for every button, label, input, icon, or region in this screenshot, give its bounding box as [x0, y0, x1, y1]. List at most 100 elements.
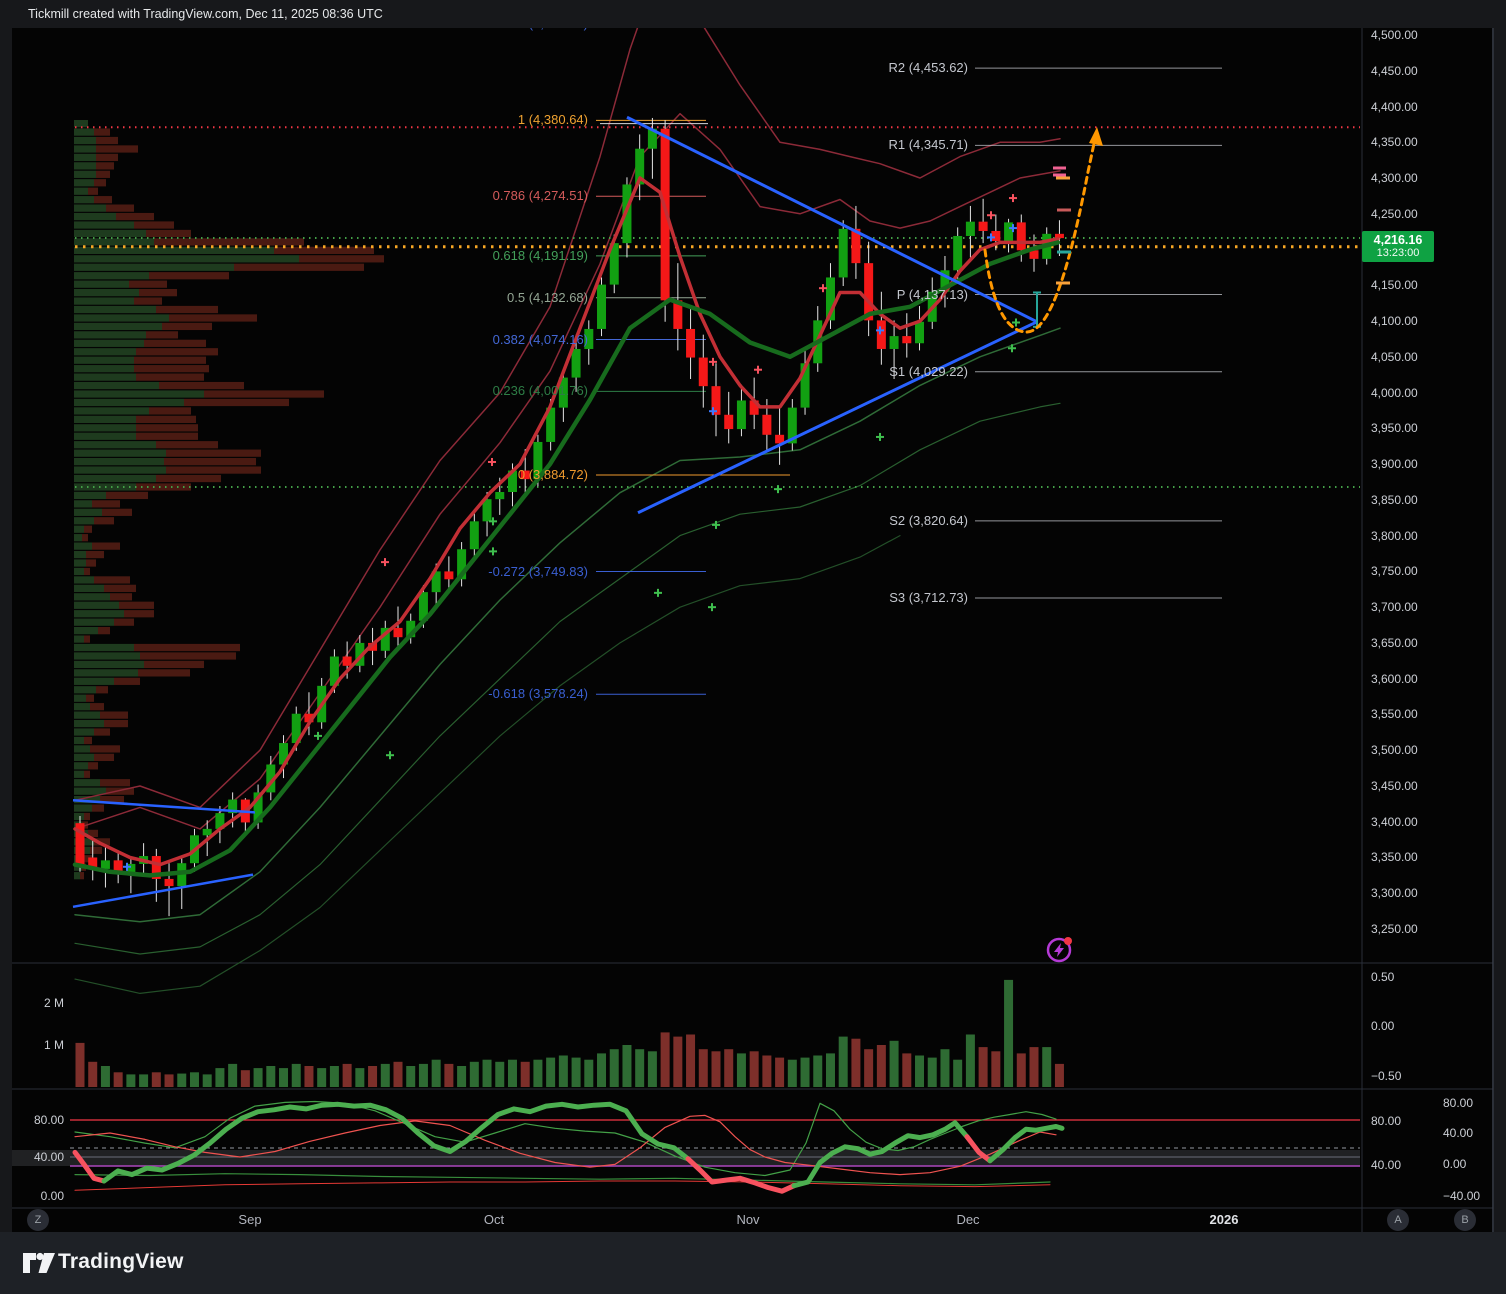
volume-profile-buy-bar	[74, 306, 156, 313]
tradingview-logo-icon[interactable]	[22, 1248, 56, 1278]
chart-attribution: Tickmill created with TradingView.com, D…	[28, 7, 383, 21]
tradingview-brand-text[interactable]: TradingView	[58, 1250, 184, 1274]
candle-body[interactable]	[101, 860, 110, 869]
volume-profile-buy-bar	[74, 374, 136, 381]
candle-body[interactable]	[203, 829, 212, 835]
candle-body[interactable]	[495, 492, 504, 499]
volume-profile-sell-bar	[92, 543, 120, 550]
volume-bar	[724, 1049, 733, 1087]
projection-arrow-path[interactable]	[985, 134, 1096, 332]
volume-profile-buy-bar	[74, 585, 104, 592]
volume-profile-sell-bar	[84, 813, 90, 820]
candle-body[interactable]	[877, 320, 886, 349]
volume-profile-buy-bar	[74, 399, 184, 406]
candle-body[interactable]	[521, 471, 530, 480]
candle-body[interactable]	[470, 521, 479, 549]
volume-bar	[546, 1058, 555, 1087]
volume-profile-sell-bar	[144, 661, 204, 668]
volume-profile-buy-bar	[74, 137, 96, 144]
candle-body[interactable]	[699, 358, 708, 387]
volume-profile-sell-bar	[94, 576, 130, 583]
volume-bar	[979, 1047, 988, 1087]
volume-profile-buy-bar	[74, 255, 299, 262]
flash-alert-icon[interactable]	[1048, 937, 1072, 961]
volume-bar	[483, 1060, 492, 1087]
volume-profile-sell-bar	[100, 712, 128, 719]
volume-profile-sell-bar	[88, 188, 98, 195]
volume-profile-buy-bar	[74, 500, 92, 507]
candle-body[interactable]	[572, 349, 581, 378]
volume-profile-sell-bar	[134, 365, 209, 372]
volume-profile-sell-bar	[134, 221, 174, 228]
candle-body[interactable]	[394, 628, 403, 637]
volume-profile-buy-bar	[74, 745, 90, 752]
volume-bar	[826, 1053, 835, 1087]
volume-profile-buy-bar	[74, 534, 82, 541]
volume-profile-sell-bar	[146, 331, 178, 338]
volume-profile-sell-bar	[116, 213, 154, 220]
volume-profile-buy-bar	[74, 323, 162, 330]
base-channel-lower-line[interactable]	[73, 875, 253, 907]
candle-body[interactable]	[991, 231, 1000, 241]
triangle-lower-line[interactable]	[638, 322, 1037, 513]
volume-profile-sell-bar	[84, 737, 92, 744]
candle-body[interactable]	[597, 285, 606, 329]
volume-bar	[165, 1074, 174, 1087]
candle-body[interactable]	[953, 236, 962, 270]
tradingview-chart-screenshot: 1.272 (4,515.52)1 (4,380.64)0.786 (4,274…	[0, 0, 1506, 1294]
candle-body[interactable]	[1017, 222, 1026, 250]
candle-body[interactable]	[165, 879, 174, 886]
volume-bar	[254, 1068, 263, 1087]
candle-body[interactable]	[902, 336, 911, 343]
volume-profile-buy-bar	[74, 128, 94, 135]
volume-bar	[712, 1051, 721, 1087]
volume-histogram	[76, 980, 1064, 1087]
volume-profile-buy-bar	[74, 196, 94, 203]
volume-profile-buy-bar	[74, 458, 164, 465]
volume-bar	[381, 1064, 390, 1087]
volume-profile-sell-bar	[106, 205, 134, 212]
candle-body[interactable]	[584, 329, 593, 349]
volume-profile-buy-bar	[74, 154, 96, 161]
volume-profile-buy-bar	[74, 635, 84, 642]
chart-graphics	[0, 0, 1506, 1294]
volume-profile-sell-bar	[92, 500, 120, 507]
volume-profile-sell-bar	[234, 264, 364, 271]
volume-bar	[495, 1062, 504, 1087]
volume-profile-buy-bar	[74, 297, 134, 304]
volume-profile-buy-bar	[74, 872, 80, 879]
volume-bar	[864, 1049, 873, 1087]
volume-bar	[991, 1051, 1000, 1087]
trendline-drawings[interactable]	[73, 117, 1041, 907]
volume-bar	[343, 1064, 352, 1087]
volume-bar	[572, 1058, 581, 1087]
last-price-badge: 4,216.16 13:23:00	[1362, 231, 1434, 262]
volume-bar	[406, 1066, 415, 1087]
volume-profile-sell-bar	[92, 804, 104, 811]
volume-bar	[1017, 1053, 1026, 1087]
last-price-value: 4,216.16	[1362, 233, 1434, 247]
candle-body[interactable]	[1004, 222, 1013, 241]
projection-arrow-drawing[interactable]	[985, 127, 1103, 332]
candle-body[interactable]	[762, 415, 771, 435]
candle-body[interactable]	[686, 329, 695, 358]
candle-body[interactable]	[966, 222, 975, 236]
red-ma-line	[75, 178, 1058, 865]
volume-bar	[661, 1032, 670, 1087]
candle-body[interactable]	[724, 415, 733, 429]
oscillator-pane	[12, 1102, 1360, 1192]
volume-bar	[750, 1051, 759, 1087]
candle-body[interactable]	[890, 336, 899, 349]
volume-profile-sell-bar	[134, 644, 240, 651]
volume-bar	[419, 1064, 428, 1087]
candle-body[interactable]	[343, 657, 352, 666]
candle-body[interactable]	[737, 400, 746, 429]
volume-profile-buy-bar	[74, 213, 116, 220]
candle-body[interactable]	[915, 322, 924, 343]
volume-profile-buy-bar	[74, 661, 144, 668]
lower-band-1-line	[75, 328, 1060, 922]
candle-body[interactable]	[444, 571, 453, 579]
candle-body[interactable]	[839, 229, 848, 278]
candle-body[interactable]	[979, 222, 988, 231]
volume-bar	[457, 1066, 466, 1087]
